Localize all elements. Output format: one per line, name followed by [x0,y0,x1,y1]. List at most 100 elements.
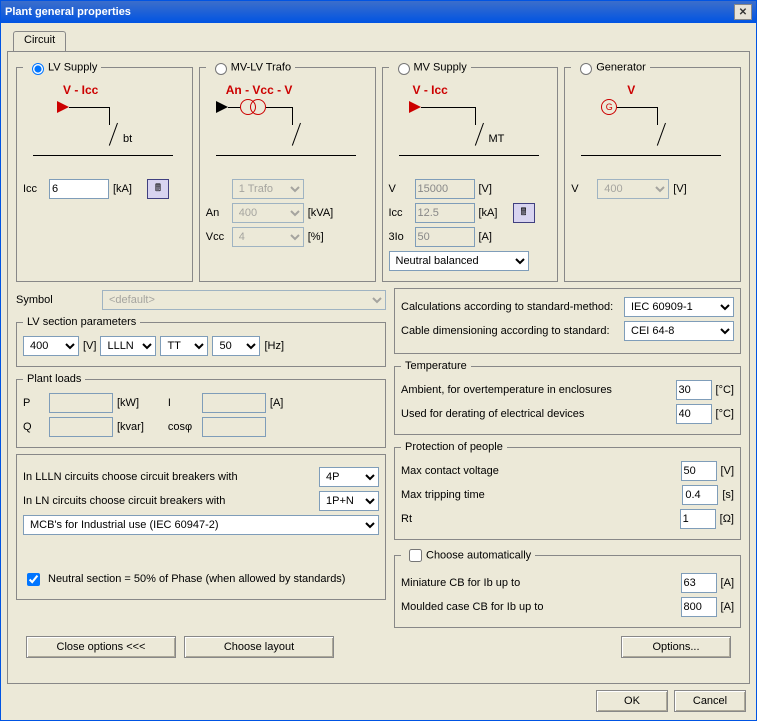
cancel-button[interactable]: Cancel [674,690,746,712]
input-rt[interactable] [680,509,716,529]
unit-mcb-ib: [A] [721,577,734,589]
unit-mccb-ib: [A] [721,601,734,613]
label-v-mv: V [389,183,411,195]
close-icon[interactable]: ✕ [734,4,752,20]
select-freq[interactable]: 50 [212,336,260,356]
checkbox-auto[interactable] [409,549,422,562]
unit-v-mv: [V] [479,183,509,195]
select-v-gen[interactable]: 400 [597,179,669,199]
select-symbol[interactable]: <default> [102,290,386,310]
select-voltage[interactable]: 400 [23,336,79,356]
group-lv-supply: LV Supply V - Icc bt Icc [kA] [16,60,193,282]
label-rt: Rt [401,513,676,525]
unit-vcc: [%] [308,231,338,243]
label-i: I [168,397,198,409]
circle-icon [250,99,266,115]
label-lll-cb: In LLLN circuits choose circuit breakers… [23,471,315,483]
input-3io[interactable] [415,227,475,247]
select-calc-std[interactable]: IEC 60909-1 [624,297,734,317]
label-p: P [23,397,45,409]
legend-prot: Protection of people [401,441,507,453]
input-q[interactable] [49,417,113,437]
input-mcb-ib[interactable] [681,573,717,593]
radio-mv-supply[interactable] [398,63,410,75]
label-cable-std: Cable dimensioning according to standard… [401,325,620,337]
tab-panel: LV Supply V - Icc bt Icc [kA] [7,51,750,684]
close-options-button[interactable]: Close options <<< [26,636,176,658]
titlebar: Plant general properties ✕ [1,1,756,23]
input-icc-lv[interactable] [49,179,109,199]
unit-3io: [A] [479,231,509,243]
input-p[interactable] [49,393,113,413]
input-cosphi[interactable] [202,417,266,437]
diagram-mv: V - Icc MT [389,83,552,173]
unit-voltage: [V] [83,340,96,352]
legend-temp: Temperature [401,360,471,372]
radio-lv-supply[interactable] [32,63,44,75]
choose-layout-button[interactable]: Choose layout [184,636,334,658]
ok-button[interactable]: OK [596,690,668,712]
select-lll-cb[interactable]: 4P [319,467,379,487]
select-trafo-count[interactable]: 1 Trafo [232,179,304,199]
diag-label-gen: V [627,83,635,97]
label-cosphi: cosφ [168,421,198,433]
select-system[interactable]: LLLN [100,336,156,356]
select-vcc[interactable]: 4 [232,227,304,247]
input-ambient[interactable] [676,380,712,400]
unit-icc-lv: [kA] [113,183,143,195]
unit-mtt: [s] [722,489,734,501]
generator-icon: G [601,99,617,115]
input-i[interactable] [202,393,266,413]
select-earth[interactable]: TT [160,336,208,356]
radio-trafo[interactable] [215,63,227,75]
select-mcb-type[interactable]: MCB's for Industrial use (IEC 60947-2) [23,515,379,535]
unit-i: [A] [270,397,283,409]
tabstrip: Circuit [7,29,750,51]
legend-lv-section: LV section parameters [23,316,140,328]
group-mv-supply: MV Supply V - Icc MT V [V] [382,60,559,282]
legend-trafo: MV-LV Trafo [231,61,291,73]
label-derating: Used for derating of electrical devices [401,408,672,420]
unit-v-gen: [V] [673,183,703,195]
legend-lv-supply: LV Supply [48,61,97,73]
label-icc-mv: Icc [389,207,411,219]
group-plant-loads: Plant loads P[kW] Q[kvar] I[A] cosφ [16,373,386,448]
triangle-icon [216,101,228,113]
input-v-mv[interactable] [415,179,475,199]
label-an: An [206,207,228,219]
label-3io: 3Io [389,231,411,243]
legend-mv: MV Supply [414,61,467,73]
group-protection: Protection of people Max contact voltage… [394,441,741,540]
diag-label-mv: V - Icc [413,83,448,97]
radio-generator[interactable] [580,63,592,75]
group-cb-selection: In LLLN circuits choose circuit breakers… [16,454,386,600]
unit-rt: [Ω] [720,513,734,525]
unit-an: [kVA] [308,207,338,219]
window-title: Plant general properties [5,6,131,18]
unit-ambient: [°C] [716,384,734,396]
input-mtt[interactable] [682,485,718,505]
options-button[interactable]: Options... [621,636,731,658]
label-mcb-ib: Miniature CB for Ib up to [401,577,677,589]
group-trafo: MV-LV Trafo An - Vcc - V 1 [199,60,376,282]
select-ln-cb[interactable]: 1P+N [319,491,379,511]
label-vcc: Vcc [206,231,228,243]
select-cable-std[interactable]: CEI 64-8 [624,321,734,341]
tab-circuit[interactable]: Circuit [13,31,66,51]
input-derating[interactable] [676,404,712,424]
label-mcv: Max contact voltage [401,465,677,477]
label-mccb-ib: Moulded case CB for Ib up to [401,601,677,613]
input-mcv[interactable] [681,461,717,481]
label-neutral50: Neutral section = 50% of Phase (when all… [48,573,345,585]
calc-icon[interactable]: 🖩 [513,203,535,223]
checkbox-neutral50[interactable] [27,573,40,586]
select-an[interactable]: 400 [232,203,304,223]
legend-auto: Choose automatically [426,549,531,561]
input-mccb-ib[interactable] [681,597,717,617]
calc-icon[interactable]: 🖩 [147,179,169,199]
input-icc-mv[interactable] [415,203,475,223]
diag-label-trafo: An - Vcc - V [226,83,293,97]
select-neutral[interactable]: Neutral balanced [389,251,529,271]
label-icc-lv: Icc [23,183,45,195]
label-ambient: Ambient, for overtemperature in enclosur… [401,384,672,396]
